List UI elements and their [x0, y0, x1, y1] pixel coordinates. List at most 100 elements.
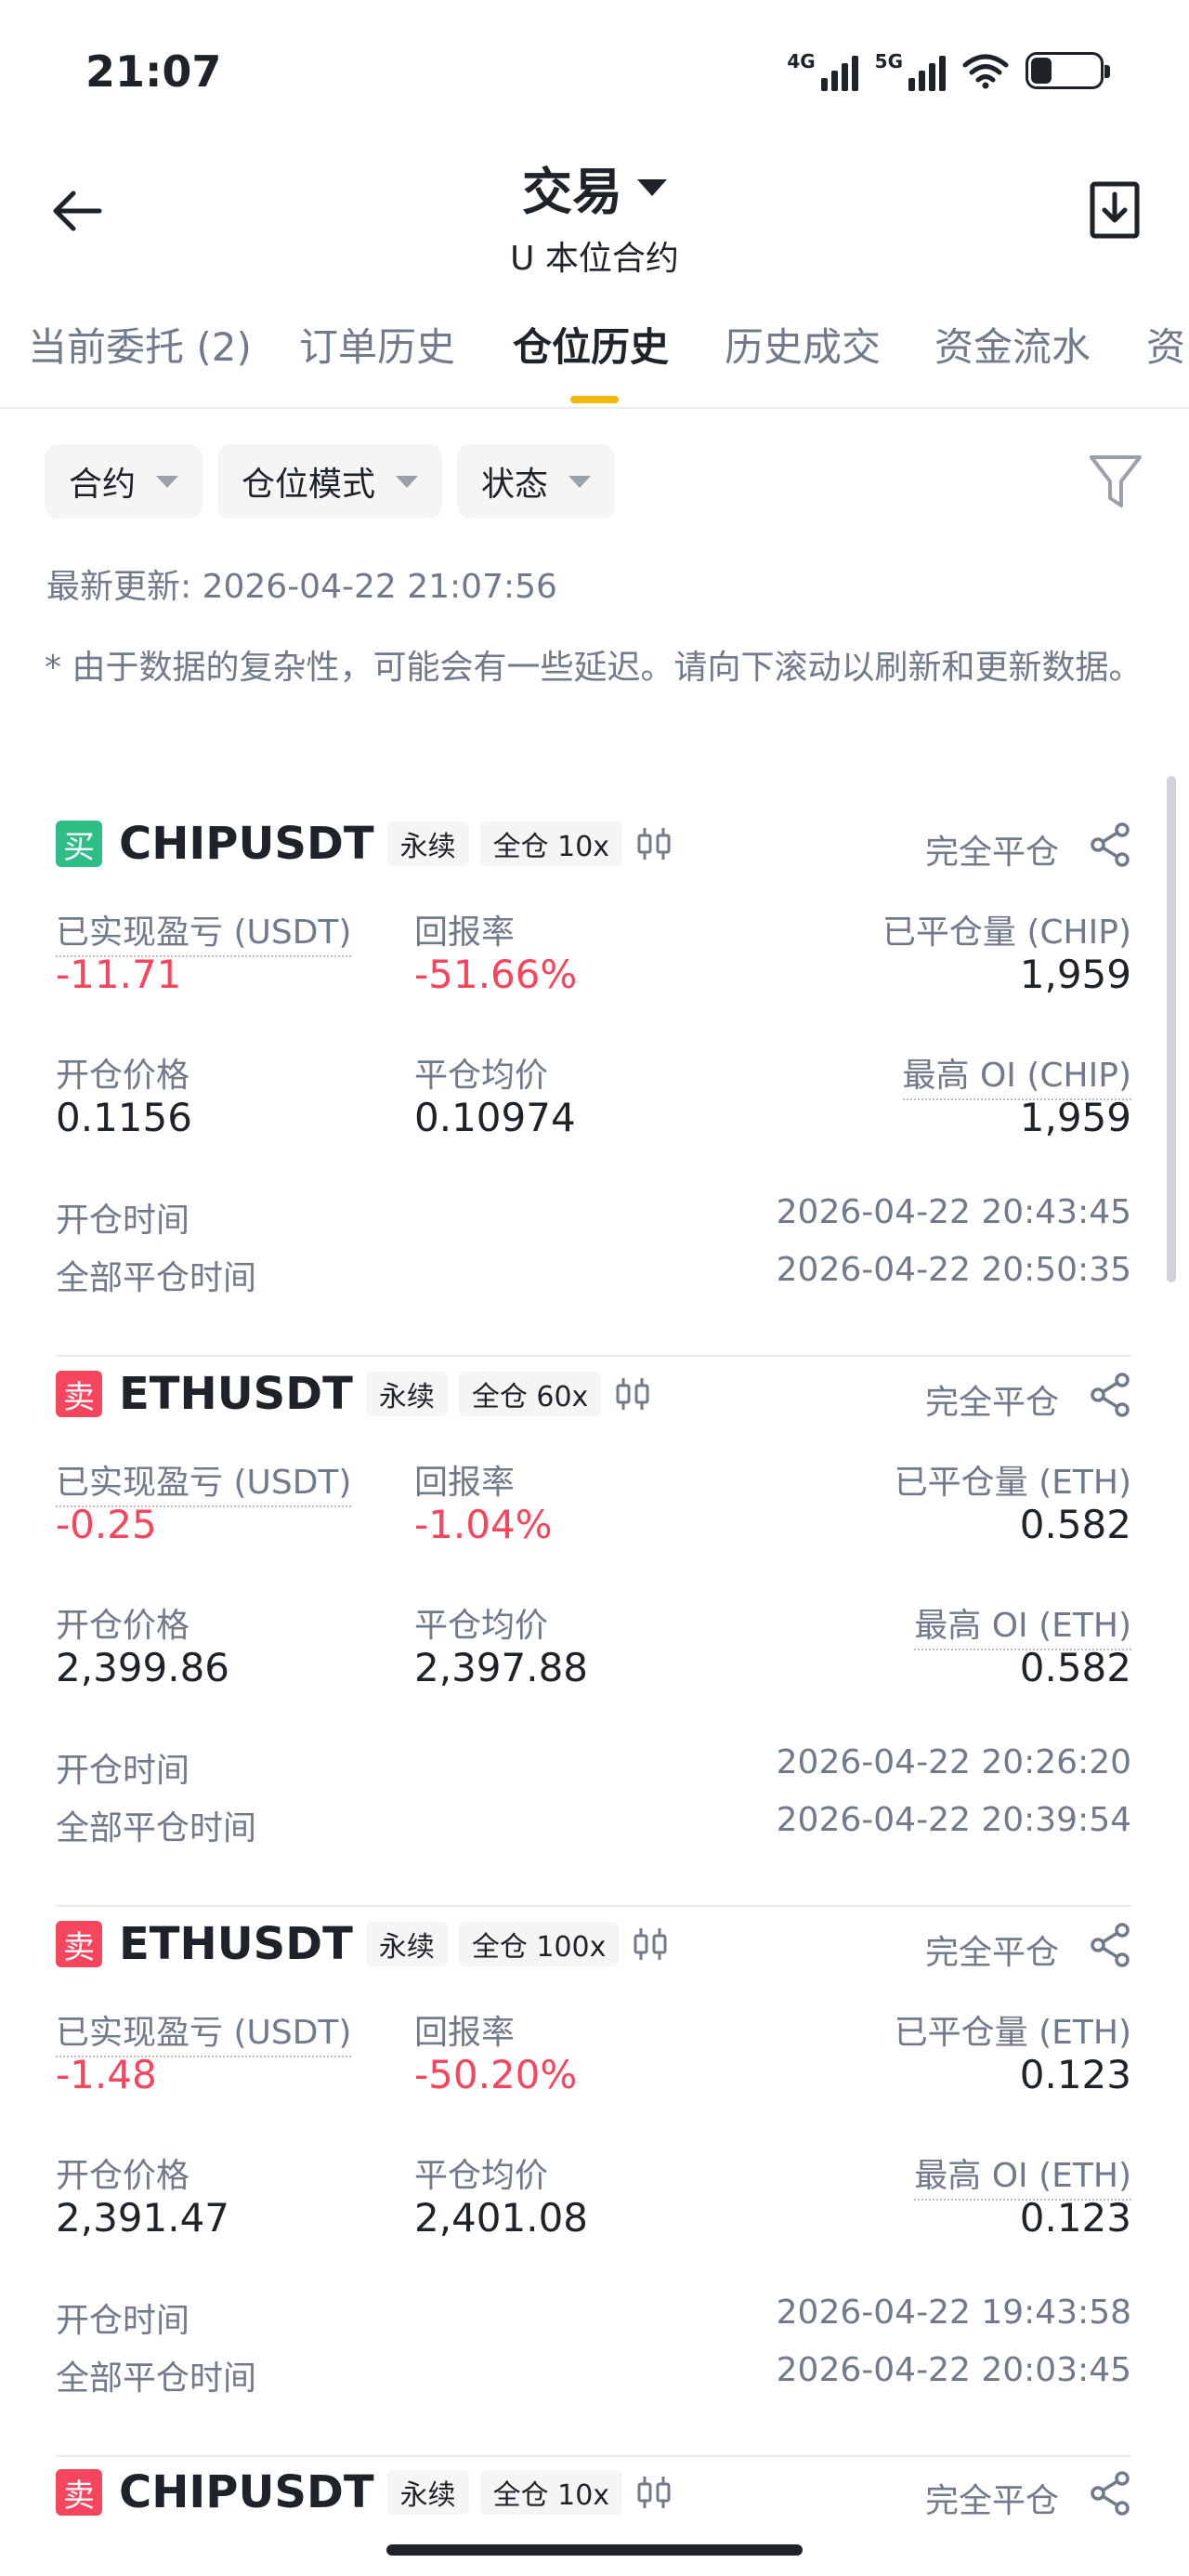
- tab-open-orders[interactable]: 当前委托 (2): [28, 316, 252, 373]
- entry-price-value: 2,399.86: [56, 1645, 230, 1690]
- entry-price-label: 开仓价格: [56, 1057, 190, 1095]
- status-filter[interactable]: 状态: [457, 444, 616, 519]
- roi-label: 回报率: [414, 913, 516, 952]
- closed-qty-label: 已平仓量 (CHIP): [882, 913, 1131, 952]
- max-oi-label[interactable]: 最高 OI (CHIP): [902, 1048, 1131, 1100]
- active-tab-indicator: [570, 396, 619, 403]
- closed-qty-label: 已平仓量 (ETH): [894, 1464, 1131, 1502]
- position-status: 完全平仓: [924, 1384, 1059, 1422]
- realized-pnl-label[interactable]: 已实现盈亏 (USDT): [56, 1455, 352, 1507]
- candlestick-icon[interactable]: [634, 2470, 674, 2515]
- close-time-value: 2026-04-22 20:03:45: [776, 2351, 1131, 2389]
- candlestick-icon[interactable]: [612, 1372, 653, 1416]
- scrollbar[interactable]: [1167, 776, 1176, 1282]
- realized-pnl-label[interactable]: 已实现盈亏 (USDT): [56, 905, 352, 957]
- max-oi-label[interactable]: 最高 OI (ETH): [914, 1598, 1131, 1650]
- download-icon: [1090, 181, 1140, 239]
- roi-value: -1.04%: [414, 1502, 553, 1547]
- side-badge: 卖: [56, 1371, 102, 1417]
- position-card[interactable]: 买 CHIPUSDT 永续 全仓 10x 完全平仓 已实现盈亏 (USDT) 回…: [56, 807, 1131, 1357]
- close-time-label: 全部平仓时间: [56, 2359, 257, 2398]
- max-oi-value: 0.582: [1019, 1645, 1131, 1690]
- cellular-signal-icon: 5G: [875, 50, 946, 91]
- symbol: CHIPUSDT: [119, 818, 374, 870]
- tab-more[interactable]: 资: [1146, 316, 1185, 373]
- close-time-value: 2026-04-22 20:50:35: [776, 1251, 1131, 1289]
- close-time-value: 2026-04-22 20:39:54: [776, 1801, 1131, 1839]
- max-oi-label[interactable]: 最高 OI (ETH): [914, 2149, 1131, 2201]
- close-time-label: 全部平仓时间: [56, 1809, 257, 1847]
- card-header: 卖 CHIPUSDT 永续 全仓 10x: [56, 2464, 674, 2520]
- max-oi-value: 0.123: [1019, 2195, 1131, 2241]
- leverage-tag: 全仓 10x: [479, 821, 623, 866]
- close-avg-value: 2,401.08: [414, 2195, 589, 2241]
- caret-down-icon: [156, 475, 179, 488]
- entry-price-value: 0.1156: [56, 1095, 192, 1140]
- card-divider: [56, 2455, 1131, 2457]
- position-status: 完全平仓: [924, 2482, 1059, 2520]
- max-oi-value: 1,959: [1019, 1095, 1131, 1140]
- status-icons: 4G 5G 27: [787, 50, 1110, 91]
- tab-trade-history[interactable]: 历史成交: [725, 316, 881, 373]
- realized-pnl-label[interactable]: 已实现盈亏 (USDT): [56, 2005, 352, 2057]
- leverage-tag: 全仓 60x: [458, 1372, 602, 1416]
- share-icon[interactable]: [1089, 1372, 1131, 1418]
- position-card[interactable]: 卖 ETHUSDT 永续 全仓 100x 完全平仓 已实现盈亏 (USDT) 回…: [56, 1907, 1131, 2457]
- position-card[interactable]: 卖 ETHUSDT 永续 全仓 60x 完全平仓 已实现盈亏 (USDT) 回报…: [56, 1357, 1131, 1907]
- status-bar: 21:07 4G 5G 27: [0, 0, 1189, 139]
- title-block[interactable]: 交易 U 本位合约: [0, 151, 1189, 280]
- page-title[interactable]: 交易: [522, 151, 667, 224]
- close-avg-value: 0.10974: [414, 1095, 576, 1140]
- funnel-icon[interactable]: [1087, 452, 1144, 513]
- download-button[interactable]: [1085, 177, 1144, 243]
- contract-type-tag: 永续: [386, 821, 469, 866]
- last-update-time: 最新更新: 2026-04-22 21:07:56: [46, 568, 557, 606]
- cellular-signal-icon: 4G: [787, 50, 858, 91]
- open-time-label: 开仓时间: [56, 1202, 190, 1240]
- share-icon[interactable]: [1089, 1922, 1131, 1968]
- side-badge: 卖: [56, 1921, 102, 1967]
- caret-down-icon: [637, 178, 667, 196]
- entry-price-label: 开仓价格: [56, 2157, 190, 2195]
- contract-type-tag: 永续: [365, 1372, 448, 1416]
- home-indicator[interactable]: [386, 2544, 803, 2556]
- leverage-tag: 全仓 100x: [458, 1922, 620, 1966]
- closed-qty-value: 0.123: [1019, 2052, 1131, 2097]
- roi-label: 回报率: [414, 1464, 516, 1502]
- open-time-value: 2026-04-22 19:43:58: [776, 2293, 1131, 2332]
- side-badge: 买: [56, 821, 102, 867]
- entry-price-label: 开仓价格: [56, 1607, 190, 1645]
- open-time-value: 2026-04-22 20:43:45: [776, 1193, 1131, 1231]
- open-time-label: 开仓时间: [56, 1752, 190, 1790]
- share-icon[interactable]: [1089, 821, 1131, 868]
- header: 交易 U 本位合约: [0, 139, 1189, 279]
- open-time-value: 2026-04-22 20:26:20: [776, 1743, 1131, 1781]
- position-card[interactable]: 卖 CHIPUSDT 永续 全仓 10x 完全平仓: [56, 2464, 1131, 2530]
- page-subtitle: U 本位合约: [510, 240, 679, 278]
- candlestick-icon[interactable]: [630, 1922, 671, 1966]
- roi-value: -51.66%: [414, 952, 578, 997]
- entry-price-value: 2,391.47: [56, 2195, 230, 2241]
- symbol: ETHUSDT: [119, 1368, 353, 1420]
- roi-label: 回报率: [414, 2014, 516, 2052]
- realized-pnl-value: -0.25: [56, 1502, 157, 1547]
- leverage-tag: 全仓 10x: [479, 2470, 623, 2515]
- closed-qty-value: 1,959: [1019, 952, 1131, 997]
- realized-pnl-value: -1.48: [56, 2052, 157, 2097]
- contract-filter[interactable]: 合约: [45, 444, 203, 519]
- open-time-label: 开仓时间: [56, 2302, 190, 2340]
- share-icon[interactable]: [1089, 2470, 1131, 2517]
- close-avg-label: 平仓均价: [414, 1607, 549, 1645]
- tab-transaction-history[interactable]: 资金流水: [934, 316, 1091, 373]
- tab-order-history[interactable]: 订单历史: [299, 316, 455, 373]
- tab-position-history[interactable]: 仓位历史: [513, 316, 669, 373]
- card-header: 卖 ETHUSDT 永续 全仓 100x: [56, 1916, 671, 1972]
- caret-down-icon: [396, 475, 419, 488]
- side-badge: 卖: [56, 2469, 102, 2516]
- caret-down-icon: [568, 475, 592, 488]
- position-status: 完全平仓: [924, 1934, 1059, 1972]
- filter-bar: 合约 仓位模式 状态: [45, 444, 616, 519]
- candlestick-icon[interactable]: [634, 821, 674, 866]
- card-header: 卖 ETHUSDT 永续 全仓 60x: [56, 1366, 653, 1422]
- position-mode-filter[interactable]: 仓位模式: [217, 444, 443, 519]
